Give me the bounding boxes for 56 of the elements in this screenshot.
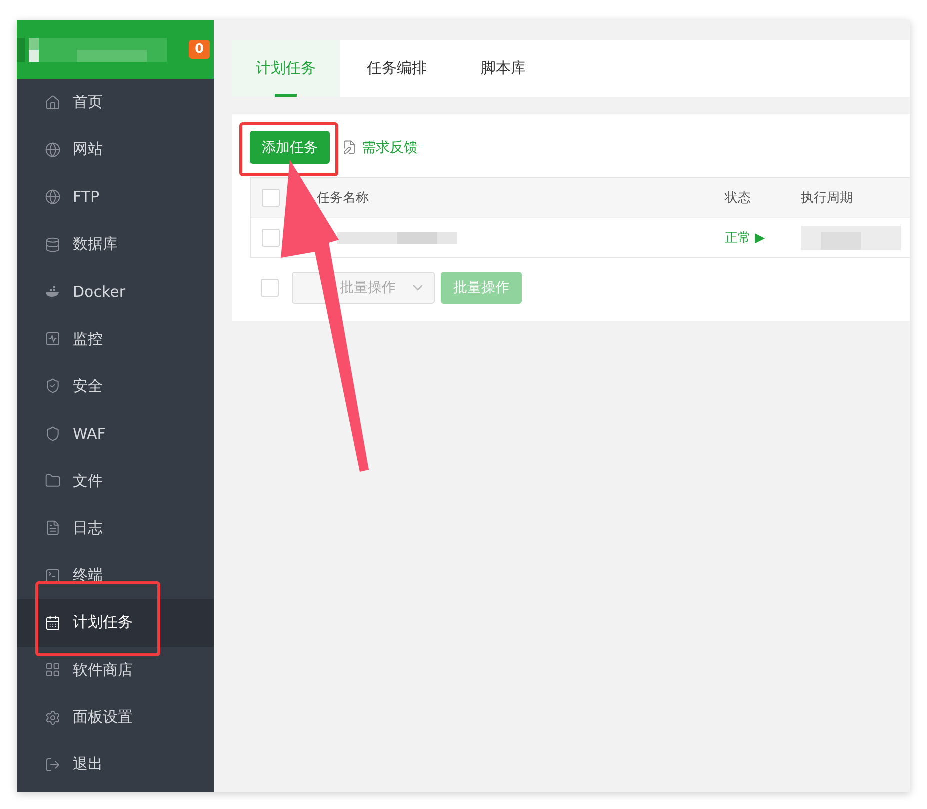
monitor-icon	[45, 331, 61, 348]
home-icon	[45, 94, 61, 111]
shield-icon	[45, 426, 61, 442]
sidebar-item[interactable]: FTP	[17, 174, 214, 221]
sidebar-label: 面板设置	[73, 708, 133, 727]
sidebar-label: 日志	[73, 518, 103, 538]
checkbox[interactable]	[262, 188, 280, 206]
sidebar-label: 安全	[73, 376, 103, 396]
checkbox[interactable]	[261, 279, 279, 297]
sidebar-label: 文件	[73, 472, 103, 491]
sidebar-label: WAF	[73, 424, 106, 443]
globe-icon	[45, 189, 61, 206]
sidebar-item[interactable]: 监控	[17, 315, 214, 363]
globe-icon	[45, 142, 61, 158]
sidebar-item[interactable]: 终端	[17, 552, 214, 600]
sidebar-label: 终端	[73, 566, 103, 586]
sidebar-item[interactable]: 退出	[17, 741, 214, 788]
column-header: 执行周期	[801, 190, 854, 206]
sidebar-item[interactable]: 日志	[17, 504, 214, 552]
sidebar-item[interactable]: 文件	[17, 457, 214, 505]
sidebar-label: 退出	[73, 755, 103, 774]
edit-note-icon	[342, 140, 357, 155]
document-icon	[45, 520, 61, 536]
grid-icon	[45, 662, 61, 678]
tab[interactable]: 任务编排	[340, 40, 454, 97]
terminal-icon	[45, 568, 61, 584]
sidebar-label: 首页	[73, 93, 103, 112]
sidebar-item[interactable]: 计划任务	[17, 599, 214, 647]
sidebar-label: 数据库	[73, 235, 118, 254]
sidebar-item[interactable]: WAF	[17, 410, 214, 458]
sidebar-label: FTP	[73, 188, 100, 206]
database-icon	[45, 236, 61, 253]
checkbox[interactable]	[262, 228, 280, 246]
settings-icon	[45, 710, 61, 726]
shield-icon	[45, 378, 61, 394]
sidebar-item[interactable]: Docker	[17, 268, 214, 316]
status-text: 正常 ▶	[725, 230, 766, 246]
sidebar-item[interactable]: 数据库	[17, 220, 214, 268]
logout-icon	[45, 756, 61, 773]
column-header: 状态	[725, 190, 752, 206]
sidebar-item[interactable]: 面板设置	[17, 694, 214, 742]
sidebar-label: 软件商店	[73, 660, 133, 680]
calendar-icon	[45, 614, 61, 631]
folder-icon	[45, 473, 61, 490]
column-header: 任务名称	[317, 190, 370, 206]
sidebar-item[interactable]: 软件商店	[17, 646, 214, 694]
notification-badge: 0	[188, 40, 210, 59]
sidebar-label: 监控	[73, 330, 103, 349]
sidebar-item[interactable]: 首页	[17, 79, 214, 126]
sidebar-label: Docker	[73, 282, 126, 301]
tab[interactable]: 脚本库	[454, 40, 553, 97]
sidebar-item[interactable]: 网站	[17, 126, 214, 174]
sidebar-item[interactable]: 安全	[17, 362, 214, 410]
sidebar-label: 计划任务	[73, 613, 133, 632]
sidebar-label: 网站	[73, 140, 103, 160]
whale-icon	[45, 284, 61, 300]
